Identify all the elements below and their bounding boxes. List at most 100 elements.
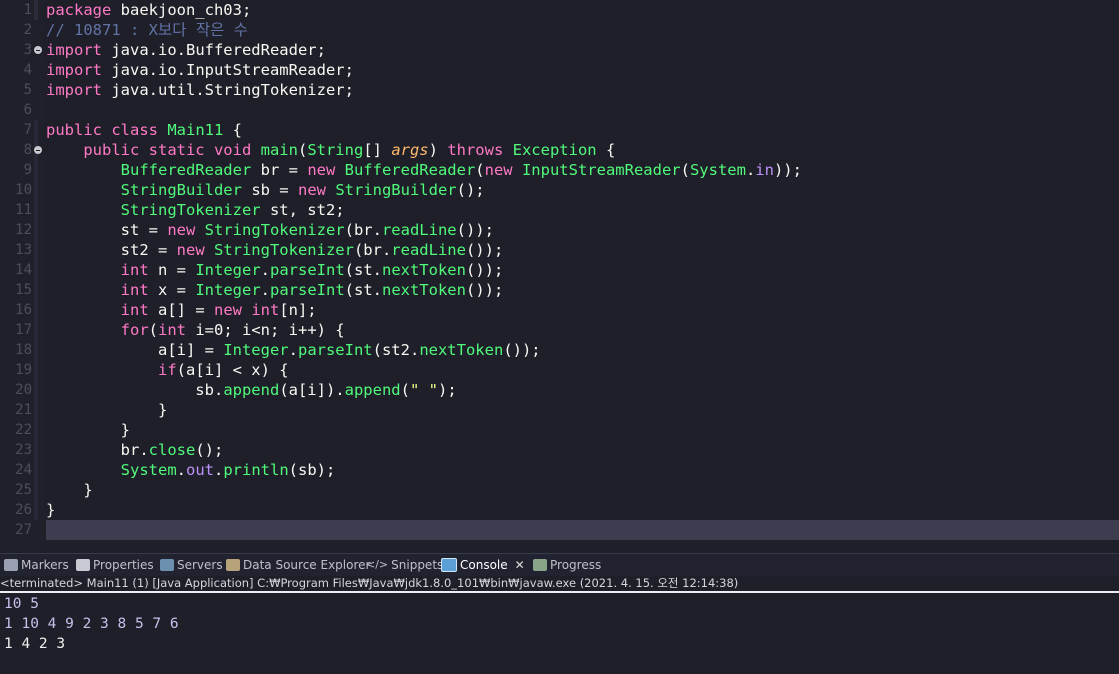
code-token: main [260, 141, 298, 159]
code-line[interactable]: 23 br.close(); [0, 440, 1119, 460]
code-token: readLine [391, 241, 466, 259]
code-token: )); [773, 161, 802, 179]
code-token: BufferedReader [120, 161, 252, 179]
line-number: 2 [23, 22, 32, 38]
code-token: . [745, 161, 756, 179]
code-line[interactable]: 25 } [0, 480, 1119, 500]
code-token: { [596, 141, 616, 159]
tab-servers[interactable]: Servers [160, 554, 223, 576]
code-line[interactable]: 16 int a[] = new int[n]; [0, 300, 1119, 320]
code-line[interactable]: 6 [0, 100, 1119, 120]
tab-console[interactable]: Console ✕ [441, 554, 525, 576]
tab-label: Progress [550, 558, 602, 572]
close-icon[interactable]: ✕ [515, 554, 525, 576]
code-token: int [251, 301, 280, 319]
code-token: st = [46, 221, 168, 239]
code-line[interactable]: 4 import java.io.InputStreamReader; [0, 60, 1119, 80]
code-line[interactable]: 22 } [0, 420, 1119, 440]
code-token: . [288, 341, 298, 359]
code-text: import java.io.BufferedReader; [46, 40, 326, 60]
tab-data-source-explorer[interactable]: Data Source Explorer [226, 554, 370, 576]
fold-collapse-icon[interactable] [34, 46, 42, 54]
code-line[interactable]: 15 int x = Integer.parseInt(st.nextToken… [0, 280, 1119, 300]
code-line[interactable]: 5 import java.util.StringTokenizer; [0, 80, 1119, 100]
tab-markers[interactable]: Markers [4, 554, 69, 576]
code-token: for [120, 321, 149, 339]
line-number: 18 [15, 342, 32, 358]
code-token: StringTokenizer [204, 221, 345, 239]
code-line[interactable]: 7 public class Main11 { [0, 120, 1119, 140]
code-token: (); [456, 181, 485, 199]
line-number: 4 [23, 62, 32, 78]
code-token: if [157, 361, 177, 379]
code-token: Main11 [167, 121, 224, 139]
code-token: (st2. [372, 341, 420, 359]
tab-snippets[interactable]: </> Snippets [366, 554, 443, 576]
console-status-header: <terminated> Main11 (1) [Java Applicatio… [0, 576, 739, 590]
code-token: // 10871 : X보다 작은 수 [46, 21, 248, 39]
code-token: ( [297, 141, 308, 159]
code-token: ( [148, 321, 158, 339]
code-token: ( [475, 161, 485, 179]
code-token: . [214, 461, 224, 479]
code-line[interactable]: 18 a[i] = Integer.parseInt(st2.nextToken… [0, 340, 1119, 360]
code-line[interactable]: 11 StringTokenizer st, st2; [0, 200, 1119, 220]
code-token: [] [363, 141, 392, 159]
code-line[interactable]: 21 } [0, 400, 1119, 420]
code-token: br = [251, 161, 308, 179]
code-line[interactable]: 10 StringBuilder sb = new StringBuilder(… [0, 180, 1119, 200]
code-line[interactable]: 17 for(int i=0; i<n; i++) { [0, 320, 1119, 340]
code-token: (st. [344, 281, 382, 299]
code-token: throws [447, 141, 513, 159]
code-line[interactable]: 9 BufferedReader br = new BufferedReader… [0, 160, 1119, 180]
code-line[interactable]: 12 st = new StringTokenizer(br.readLine(… [0, 220, 1119, 240]
code-line[interactable]: 3 import java.io.BufferedReader; [0, 40, 1119, 60]
fold-collapse-icon[interactable] [34, 146, 42, 154]
code-line[interactable]: 24 System.out.println(sb); [0, 460, 1119, 480]
code-token: Integer [195, 281, 261, 299]
console-output-line: 10 5 [4, 596, 39, 612]
code-line[interactable]: 14 int n = Integer.parseInt(st.nextToken… [0, 260, 1119, 280]
code-token: ); [437, 381, 457, 399]
line-number: 3 [23, 42, 32, 58]
code-line[interactable]: 26} [0, 500, 1119, 520]
console-output[interactable]: 10 5 1 10 4 9 2 3 8 5 7 6 1 4 2 3 [0, 594, 1119, 674]
code-line[interactable]: 19 if(a[i] < x) { [0, 360, 1119, 380]
code-text: BufferedReader br = new BufferedReader(n… [46, 160, 802, 180]
code-text: System.out.println(sb); [46, 460, 336, 480]
code-line[interactable]: 1 package baekjoon_ch03; [0, 0, 1119, 20]
code-line[interactable]: 20 sb.append(a[i]).append(" "); [0, 380, 1119, 400]
code-token: (sb); [288, 461, 336, 479]
code-token: StringTokenizer [213, 241, 354, 259]
console-divider [0, 591, 1119, 593]
properties-icon [76, 559, 90, 571]
line-number: 1 [23, 2, 32, 18]
code-line[interactable]: 8 public static void main(String[] args)… [0, 140, 1119, 160]
code-text: public static void main(String[] args) t… [46, 140, 615, 160]
code-token: sb = [241, 181, 298, 199]
code-text: br.close(); [46, 440, 224, 460]
code-text: import java.io.InputStreamReader; [46, 60, 354, 80]
code-token: int [158, 321, 186, 339]
code-line[interactable]: 2 // 10871 : X보다 작은 수 [0, 20, 1119, 40]
code-line[interactable]: 13 st2 = new StringTokenizer(br.readLine… [0, 240, 1119, 260]
code-token: (br. [344, 221, 382, 239]
code-token: [n]; [279, 301, 317, 319]
code-editor[interactable]: 1 package baekjoon_ch03; 2 // 10871 : X보다 작… [0, 0, 1119, 548]
code-text: public class Main11 { [46, 120, 242, 140]
code-token: args [391, 141, 429, 159]
code-token: import [46, 81, 112, 99]
code-token: nextToken [419, 341, 504, 359]
code-line[interactable]: 27 [0, 520, 1119, 540]
tab-properties[interactable]: Properties [76, 554, 154, 576]
console-output-line: 1 4 2 3 [4, 636, 66, 652]
code-token: parseInt [270, 261, 345, 279]
tab-progress[interactable]: Progress [533, 554, 601, 576]
line-number: 27 [15, 522, 32, 538]
line-number: 19 [15, 362, 32, 378]
code-token: a[] = [148, 301, 214, 319]
